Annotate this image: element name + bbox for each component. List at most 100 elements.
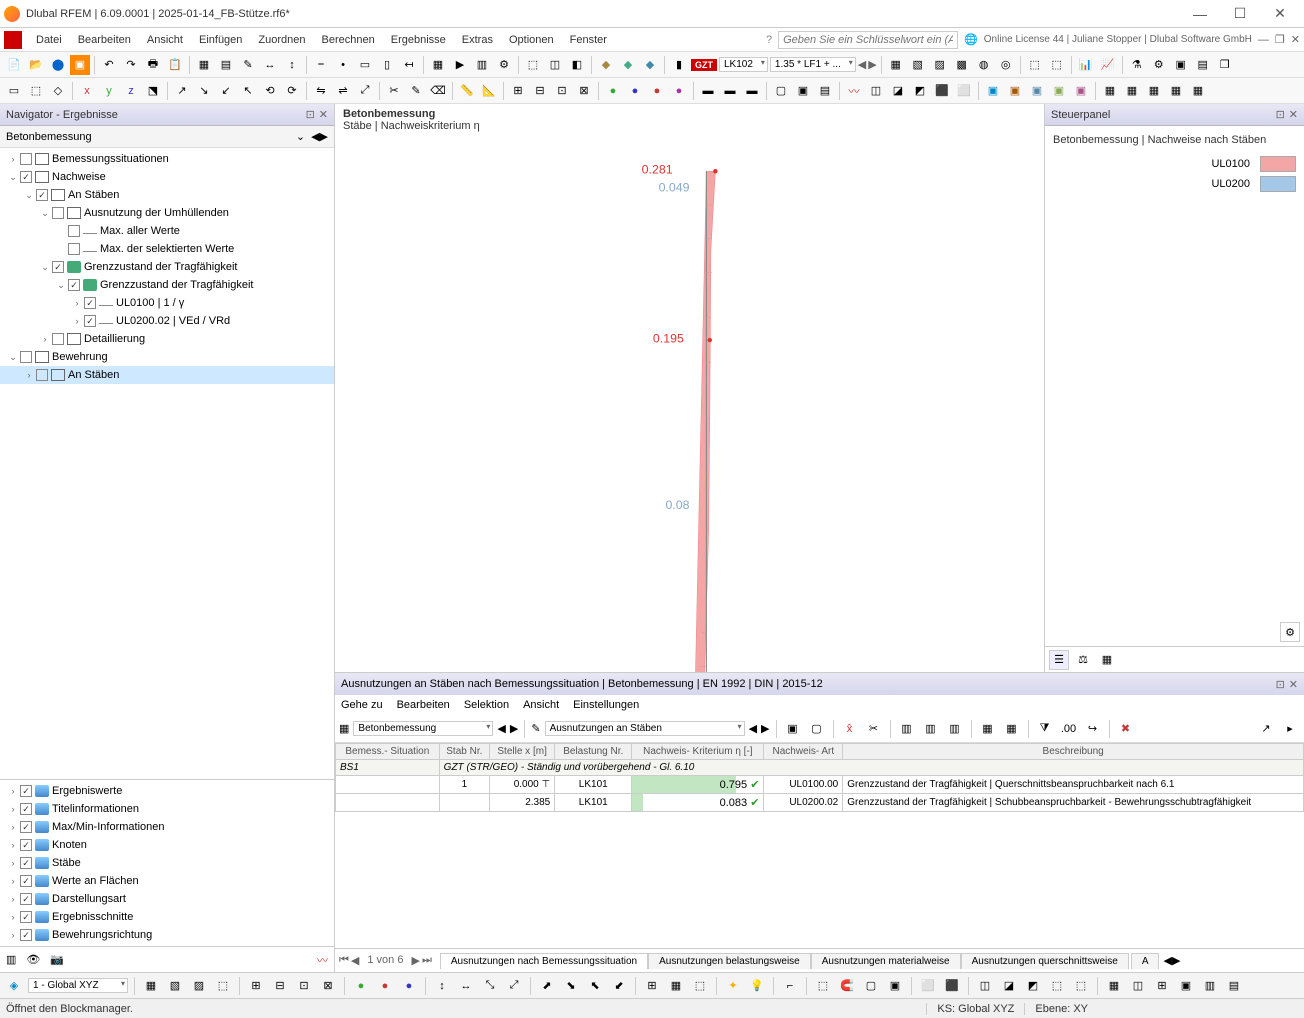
plot-e-icon[interactable]: ⬜ xyxy=(954,81,974,101)
view-b-icon[interactable]: ◫ xyxy=(545,55,565,75)
member-icon[interactable]: ⎯ xyxy=(311,55,331,75)
table-b-icon[interactable]: ▦ xyxy=(1122,81,1142,101)
prev-lc-icon[interactable]: ◀ xyxy=(858,58,866,71)
display-option[interactable]: ›✓Titelinformationen xyxy=(0,800,334,818)
bt-r-icon[interactable]: ⬉ xyxy=(585,976,605,996)
clipboard-icon[interactable]: 📋 xyxy=(165,55,185,75)
display-option[interactable]: ›✓Ergebniswerte xyxy=(0,782,334,800)
addon-a-icon[interactable]: ▣ xyxy=(983,81,1003,101)
display-option[interactable]: ›✓Stäbe xyxy=(0,854,334,872)
table-type-combo[interactable]: Betonbemessung xyxy=(353,721,493,736)
combo-prev-icon[interactable]: ◀ xyxy=(497,722,505,735)
help-icon[interactable]: ? xyxy=(766,34,772,46)
column-header[interactable]: Stelle x [m] xyxy=(490,744,555,760)
tree-checkbox[interactable] xyxy=(68,243,80,255)
display-option[interactable]: ›✓Bewehrungsrichtung xyxy=(0,926,334,944)
tree-twisty-icon[interactable]: ⌄ xyxy=(6,352,20,363)
bt-a-icon[interactable]: ▦ xyxy=(141,976,161,996)
column-header[interactable]: Nachweis- Art xyxy=(764,744,843,760)
clear-icon[interactable]: ✖ xyxy=(1116,719,1136,739)
tree-item[interactable]: ⌄ ✓ An Stäben xyxy=(0,186,334,204)
next-lc-icon[interactable]: ▶ xyxy=(868,58,876,71)
misc-b-icon[interactable]: ⚙ xyxy=(1149,55,1169,75)
move-d-icon[interactable]: ↖ xyxy=(238,81,258,101)
tree-checkbox[interactable] xyxy=(20,351,32,363)
tree-item[interactable]: › Detaillierung xyxy=(0,330,334,348)
factor-icon[interactable]: ▦ xyxy=(1097,650,1117,670)
column-header[interactable]: Nachweis- Kriterium η [-] xyxy=(632,744,764,760)
table-menu-item[interactable]: Gehe zu xyxy=(341,699,383,711)
bt-g-icon[interactable]: ⊡ xyxy=(294,976,314,996)
menu-einfügen[interactable]: Einfügen xyxy=(191,32,250,48)
tool-c-icon[interactable]: ✎ xyxy=(238,55,258,75)
res-d-icon[interactable]: ▩ xyxy=(952,55,972,75)
box-a-icon[interactable]: ▢ xyxy=(771,81,791,101)
misc-c-icon[interactable]: ▣ xyxy=(1171,55,1191,75)
menu-optionen[interactable]: Optionen xyxy=(501,32,562,48)
res-h-icon[interactable]: ⬚ xyxy=(1047,55,1067,75)
table-menu-item[interactable]: Selektion xyxy=(464,699,509,711)
edit-a-icon[interactable]: ✂ xyxy=(384,81,404,101)
box-c-icon[interactable]: ▤ xyxy=(815,81,835,101)
tree-checkbox[interactable] xyxy=(20,153,32,165)
view-2-icon[interactable]: ◫ xyxy=(1128,976,1148,996)
combo-next-icon[interactable]: ▶ xyxy=(510,722,518,735)
view-5-icon[interactable]: ▥ xyxy=(1200,976,1220,996)
tree-item[interactable]: Max. aller Werte xyxy=(0,222,334,240)
plot-a-icon[interactable]: ◫ xyxy=(866,81,886,101)
move-a-icon[interactable]: ↗ xyxy=(172,81,192,101)
table-tab[interactable]: Ausnutzungen nach Bemessungssituation xyxy=(440,953,648,969)
next-page-icon[interactable]: ▶ xyxy=(411,954,419,967)
view-a-icon[interactable]: ⬚ xyxy=(523,55,543,75)
bt-m-icon[interactable]: ↔ xyxy=(456,976,476,996)
balance-icon[interactable]: ⚖ xyxy=(1073,650,1093,670)
inner-close[interactable]: ✕ xyxy=(1291,33,1300,46)
panel-close-icon[interactable]: ✕ xyxy=(1289,678,1298,691)
tree-twisty-icon[interactable]: › xyxy=(22,370,36,380)
col-c-icon[interactable]: ▥ xyxy=(945,719,965,739)
iso-icon[interactable]: ⬔ xyxy=(143,81,163,101)
snap-a-icon[interactable]: ▦ xyxy=(666,976,686,996)
lay-c-icon[interactable]: ▬ xyxy=(742,81,762,101)
grid-d-icon[interactable]: ⊠ xyxy=(574,81,594,101)
bt-k-icon[interactable]: ● xyxy=(399,976,419,996)
save-icon[interactable]: ⬤ xyxy=(48,55,68,75)
tree-checkbox[interactable]: ✓ xyxy=(84,297,96,309)
res-b-icon[interactable]: ▧ xyxy=(908,55,928,75)
render-c-icon[interactable]: ◆ xyxy=(640,55,660,75)
bulb-icon[interactable]: 💡 xyxy=(747,976,767,996)
obj-d-icon[interactable]: ● xyxy=(669,81,689,101)
snap-c-icon[interactable]: ⬚ xyxy=(813,976,833,996)
panel-close-icon[interactable]: ✕ xyxy=(1289,108,1298,121)
plot-c-icon[interactable]: ◩ xyxy=(910,81,930,101)
tree-twisty-icon[interactable]: ⌄ xyxy=(38,262,52,273)
tree-checkbox[interactable]: ✓ xyxy=(36,189,48,201)
cs-icon[interactable]: ◈ xyxy=(4,976,24,996)
table-e-icon[interactable]: ▦ xyxy=(1188,81,1208,101)
res-g-icon[interactable]: ⬚ xyxy=(1025,55,1045,75)
twisty-icon[interactable]: › xyxy=(6,840,20,850)
tree-checkbox[interactable]: ✓ xyxy=(84,315,96,327)
design-icon[interactable]: ⚙ xyxy=(494,55,514,75)
bt-i-icon[interactable]: ● xyxy=(351,976,371,996)
checkbox[interactable]: ✓ xyxy=(20,821,32,833)
table-d-icon[interactable]: ▦ xyxy=(1166,81,1186,101)
obj-a-icon[interactable]: ● xyxy=(603,81,623,101)
twisty-icon[interactable]: › xyxy=(6,894,20,904)
plot-d-icon[interactable]: ⬛ xyxy=(932,81,952,101)
view-c-icon[interactable]: ◧ xyxy=(567,55,587,75)
table-tab[interactable]: Ausnutzungen belastungsweise xyxy=(648,953,811,969)
rotate-a-icon[interactable]: ⟲ xyxy=(260,81,280,101)
print-icon[interactable]: 🖶 xyxy=(143,55,163,75)
tree-item[interactable]: ⌄ ✓ Nachweise xyxy=(0,168,334,186)
bt-p-icon[interactable]: ⬈ xyxy=(537,976,557,996)
tree-checkbox[interactable] xyxy=(68,225,80,237)
edit-c-icon[interactable]: ⌫ xyxy=(428,81,448,101)
table-menu-item[interactable]: Einstellungen xyxy=(573,699,639,711)
tree-item[interactable]: ⌄ Ausnutzung der Umhüllenden xyxy=(0,204,334,222)
sel-out-icon[interactable]: ▢ xyxy=(807,719,827,739)
obj-c-icon[interactable]: ● xyxy=(647,81,667,101)
col-a-icon[interactable]: ▥ xyxy=(897,719,917,739)
res-a-icon[interactable]: ▦ xyxy=(886,55,906,75)
res-c-icon[interactable]: ▨ xyxy=(930,55,950,75)
